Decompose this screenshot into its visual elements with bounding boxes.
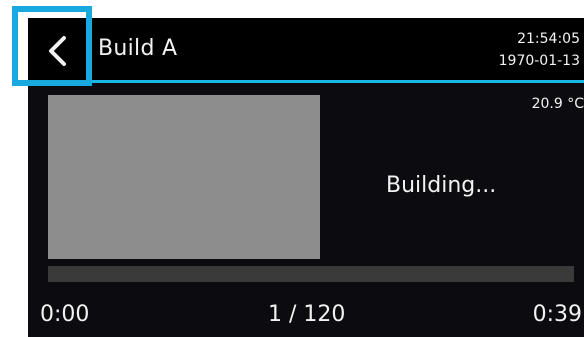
time-remaining: 0:39: [532, 302, 582, 327]
header-bar: Build A 21:54:05 1970-01-13: [28, 18, 584, 80]
clock-time: 21:54:05: [517, 31, 580, 47]
layer-count: 1 / 120: [268, 302, 346, 327]
time-elapsed: 0:00: [40, 302, 90, 327]
clock-date: 1970-01-13: [498, 53, 580, 69]
back-button[interactable]: [38, 31, 78, 71]
build-preview-image: [48, 95, 320, 259]
build-panel: 20.9 °C Building... 0:00 1 / 120 0:39: [28, 83, 584, 337]
chevron-left-icon: [49, 36, 66, 66]
temperature-readout: 20.9 °C: [531, 96, 584, 112]
printer-screen: Build A 21:54:05 1970-01-13 20.9 °C Buil…: [28, 18, 584, 337]
page-title: Build A: [98, 36, 178, 61]
build-status: Building...: [386, 173, 497, 198]
clock: 21:54:05 1970-01-13: [499, 28, 580, 72]
progress-bar: [48, 266, 574, 282]
